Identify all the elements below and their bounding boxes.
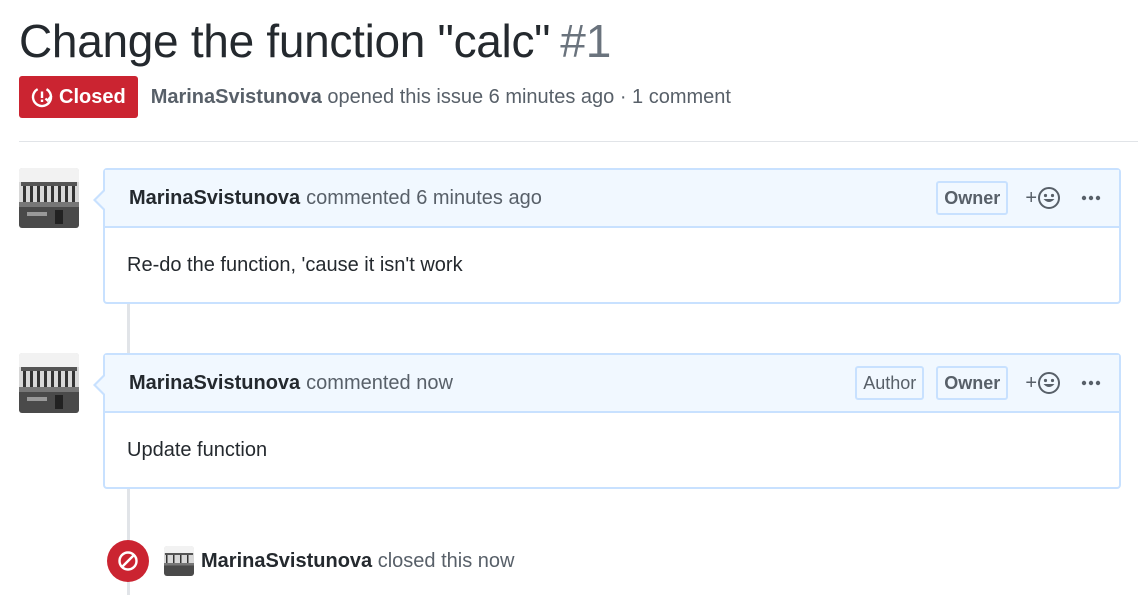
status-label: Closed: [59, 85, 126, 108]
comment-card: MarinaSvistunova commented now Author Ow…: [93, 353, 1121, 489]
event-text: MarinaSvistunova closed this now: [201, 550, 514, 573]
issue-number: #1: [560, 15, 612, 67]
comment-header-actions: Author Owner +: [843, 355, 1101, 411]
issue-title-row: Change the function "calc" #1: [19, 14, 611, 68]
issue-closed-icon: [31, 86, 53, 108]
header-divider: [19, 141, 1138, 142]
plus-text: +: [1025, 186, 1037, 209]
issue-meta: Closed MarinaSvistunova opened this issu…: [19, 76, 731, 118]
avatar-image: [19, 353, 79, 413]
kebab-horizontal-icon: [1081, 380, 1101, 386]
comment-timestamp[interactable]: commented now: [306, 372, 453, 395]
circle-slash-icon: [118, 551, 138, 571]
event-badge: [107, 540, 149, 582]
event-author-link[interactable]: MarinaSvistunova: [201, 550, 372, 572]
avatar-image: [164, 546, 194, 576]
add-reaction-button[interactable]: +: [1025, 371, 1061, 395]
issue-author-link[interactable]: MarinaSvistunova: [151, 86, 322, 108]
comment-header-actions: Owner +: [924, 170, 1101, 226]
avatar[interactable]: [19, 353, 79, 413]
status-badge: Closed: [19, 76, 138, 118]
comment-header: MarinaSvistunova commented 6 minutes ago…: [105, 170, 1119, 228]
comment-author-link[interactable]: MarinaSvistunova: [129, 187, 300, 210]
owner-label: Owner: [936, 181, 1009, 215]
comment-body: Update function: [127, 439, 268, 461]
add-reaction-button[interactable]: +: [1025, 186, 1061, 210]
issue-meta-text: MarinaSvistunova opened this issue 6 min…: [151, 86, 731, 109]
comment-header: MarinaSvistunova commented now Author Ow…: [105, 355, 1119, 413]
smiley-icon: [1038, 372, 1060, 394]
avatar[interactable]: [164, 546, 194, 576]
comment-body: Re-do the function, 'cause it isn't work: [127, 254, 463, 276]
issue-opened-text: opened this issue 6 minutes ago · 1 comm…: [327, 85, 731, 108]
author-label: Author: [855, 366, 925, 400]
issue-title: Change the function "calc": [19, 15, 551, 67]
more-options-button[interactable]: [1081, 380, 1101, 386]
comment-card: MarinaSvistunova commented 6 minutes ago…: [93, 168, 1121, 304]
owner-label: Owner: [936, 366, 1009, 400]
avatar[interactable]: [19, 168, 79, 228]
more-options-button[interactable]: [1081, 195, 1101, 201]
avatar-image: [19, 168, 79, 228]
smiley-icon: [1038, 187, 1060, 209]
event-action: closed this now: [377, 549, 515, 572]
kebab-horizontal-icon: [1081, 195, 1101, 201]
comment-author-link[interactable]: MarinaSvistunova: [129, 372, 300, 395]
timeline-event-closed: MarinaSvistunova closed this now: [107, 540, 514, 582]
plus-text: +: [1025, 371, 1037, 394]
comment-timestamp[interactable]: commented 6 minutes ago: [306, 187, 542, 210]
